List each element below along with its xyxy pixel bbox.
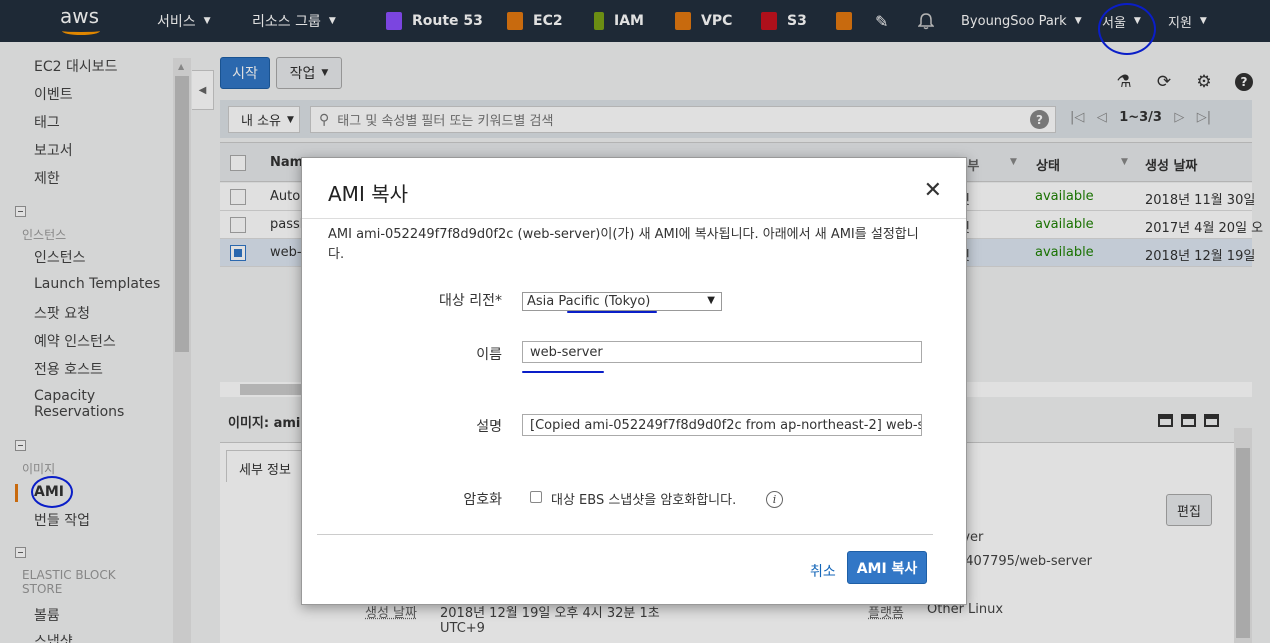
annotation-circle-region (1098, 3, 1156, 55)
copy-ami-button[interactable]: AMI 복사 (847, 551, 927, 584)
cancel-button[interactable]: 취소 (810, 561, 836, 581)
description-label: 설명 (476, 419, 502, 435)
annotation-underline-region (567, 311, 657, 313)
divider (302, 218, 966, 219)
encrypt-checkbox[interactable] (530, 491, 542, 503)
destination-region-select[interactable]: Asia Pacific (Tokyo) ▼ (522, 292, 722, 311)
encryption-label: 암호화 (463, 492, 502, 508)
region-label: 대상 리전* (439, 293, 502, 309)
description-field[interactable]: [Copied ami-052249f7f8d9d0f2c from ap-no… (522, 414, 922, 436)
dialog-title: AMI 복사 (328, 182, 408, 206)
annotation-underline-name (522, 371, 604, 373)
dialog-description: AMI ami-052249f7f8d9d0f2c (web-server)이(… (328, 227, 919, 262)
destination-region-value: Asia Pacific (Tokyo) (527, 294, 651, 309)
copy-ami-dialog: AMI 복사 ✕ AMI ami-052249f7f8d9d0f2c (web-… (301, 157, 967, 605)
close-icon[interactable]: ✕ (924, 178, 942, 203)
name-field[interactable]: web-server (522, 341, 922, 363)
name-label: 이름 (476, 347, 502, 363)
annotation-circle-ami (31, 476, 73, 508)
encrypt-checkbox-label[interactable]: 대상 EBS 스냅샷을 암호화합니다. (551, 489, 736, 508)
divider (317, 534, 933, 535)
dropdown-arrow-icon: ▼ (707, 295, 715, 306)
info-icon[interactable]: i (766, 491, 783, 508)
